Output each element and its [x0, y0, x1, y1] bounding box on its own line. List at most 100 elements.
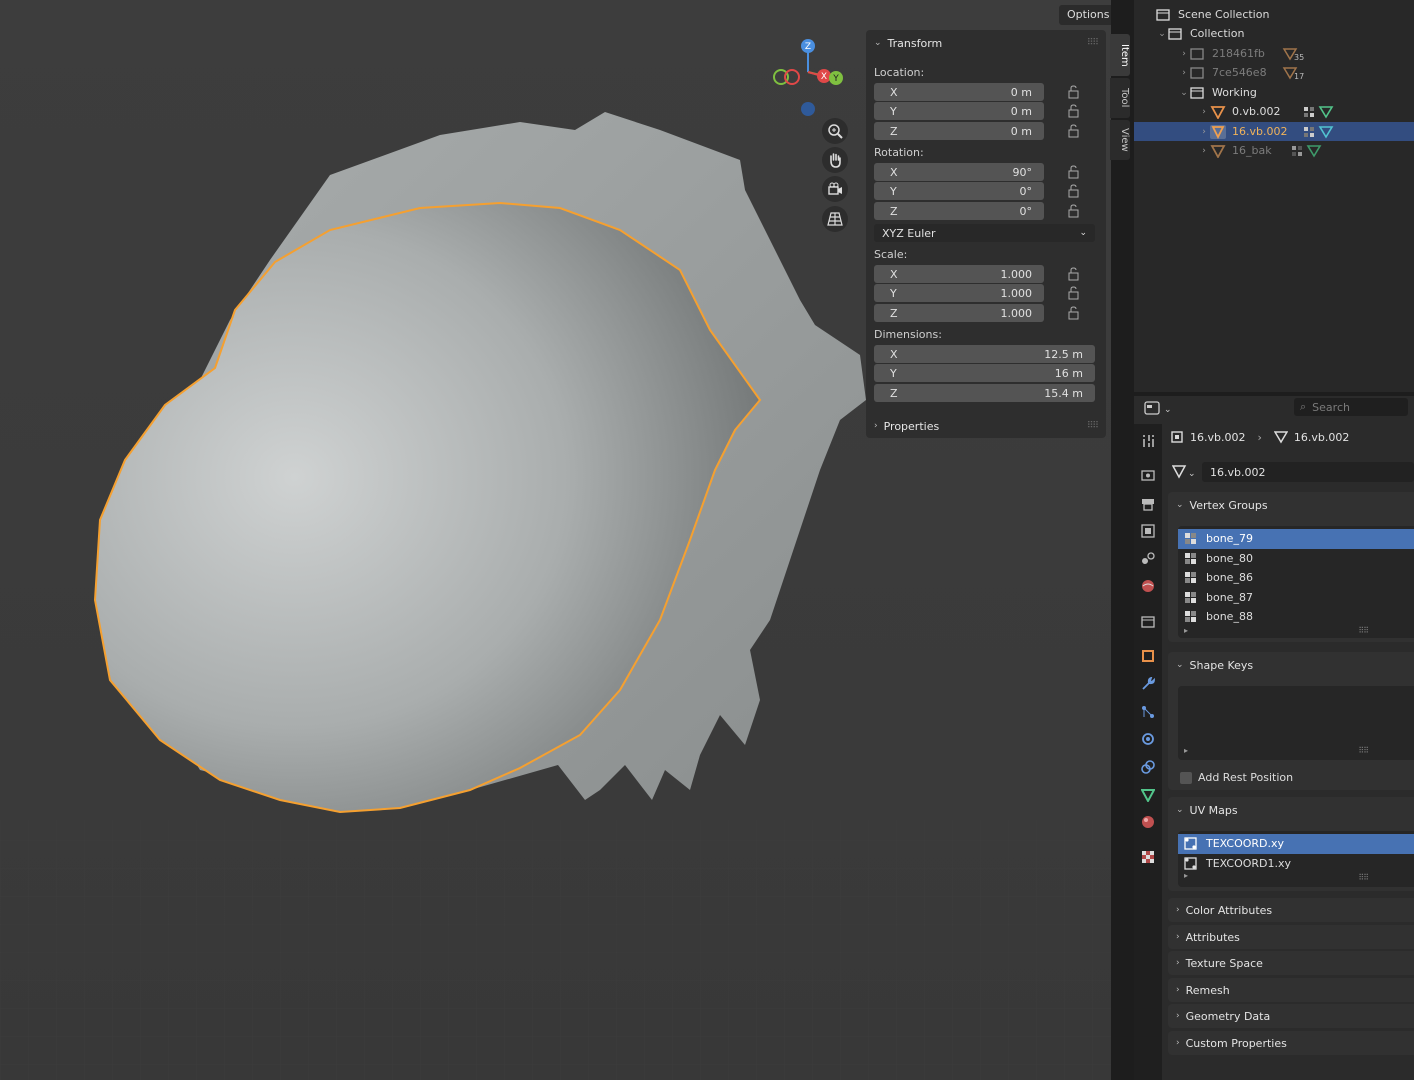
lock-icon[interactable]	[1066, 306, 1082, 320]
chevron-down-icon[interactable]: ⌄	[1178, 88, 1190, 98]
lock-icon[interactable]	[1066, 204, 1082, 218]
mesh-data-icon[interactable]	[1141, 788, 1155, 802]
scale-y-field[interactable]: Y 1.000	[874, 284, 1044, 302]
drag-grip-icon[interactable]: ⠿⠿	[1087, 38, 1099, 48]
checkbox[interactable]	[1180, 771, 1192, 784]
transform-header[interactable]: ⌄ Transform ⠿⠿	[866, 31, 1106, 55]
lock-icon[interactable]	[1066, 267, 1082, 281]
rotation-x-field[interactable]: X 90°	[874, 163, 1044, 181]
shape-keys-header[interactable]: ⌄ Shape Keys	[1168, 652, 1414, 678]
physics-icon[interactable]	[1141, 732, 1155, 746]
camera-icon[interactable]	[822, 176, 848, 202]
zoom-icon[interactable]	[822, 118, 848, 144]
chevron-right-icon[interactable]: ›	[1198, 107, 1210, 117]
chevron-right-icon[interactable]: ›	[1198, 127, 1210, 137]
resize-grip-icon[interactable]: ⠿⠿	[1358, 626, 1369, 635]
lock-icon[interactable]	[1066, 286, 1082, 300]
mesh-name-field[interactable]: 16.vb.002	[1202, 462, 1414, 482]
navigation-gizmo[interactable]: Z X Y	[768, 34, 852, 124]
tab-item[interactable]: Item	[1110, 34, 1130, 76]
world-icon[interactable]	[1141, 579, 1155, 593]
rotation-y-field[interactable]: Y 0°	[874, 182, 1044, 200]
remesh-panel[interactable]: › Remesh	[1168, 978, 1414, 1002]
material-icon[interactable]	[1141, 815, 1155, 829]
outliner-item[interactable]: › 218461fb 35	[1134, 44, 1414, 63]
3d-viewport[interactable]: Options⌄ Z X Y ⌄ Transform ⠿⠿ Location: …	[0, 0, 1111, 1080]
list-item[interactable]: bone_88	[1178, 607, 1414, 627]
view-layer-icon[interactable]	[1141, 524, 1155, 538]
resize-grip-icon[interactable]: ⠿⠿	[1358, 873, 1369, 882]
chevron-right-icon[interactable]: ›	[1198, 146, 1210, 156]
lock-icon[interactable]	[1066, 85, 1082, 99]
color-attributes-panel[interactable]: › Color Attributes	[1168, 898, 1414, 922]
location-x-field[interactable]: X 0 m	[874, 83, 1044, 101]
rotation-z-field[interactable]: Z 0°	[874, 202, 1044, 220]
uv-maps-header[interactable]: ⌄ UV Maps	[1168, 797, 1414, 823]
tab-tool[interactable]: Tool	[1110, 78, 1130, 118]
expand-list-icon[interactable]: ▸	[1184, 871, 1188, 880]
object-icon[interactable]	[1141, 649, 1155, 663]
outliner-object[interactable]: › 16_bak	[1134, 141, 1414, 160]
drag-grip-icon[interactable]: ⠿⠿	[1087, 421, 1099, 431]
render-icon[interactable]	[1141, 468, 1155, 482]
location-y-field[interactable]: Y 0 m	[874, 102, 1044, 120]
lock-icon[interactable]	[1066, 184, 1082, 198]
breadcrumb-object[interactable]: 16.vb.002	[1190, 431, 1245, 444]
uv-maps-list[interactable]: TEXCOORD.xy TEXCOORD1.xy ▸ ⠿⠿	[1178, 831, 1414, 887]
chevron-right-icon[interactable]: ›	[1178, 68, 1190, 78]
perspective-grid-icon[interactable]	[822, 206, 848, 232]
outliner-working-collection[interactable]: ⌄ Working	[1134, 83, 1414, 102]
outliner-item[interactable]: › 7ce546e8 17	[1134, 63, 1414, 82]
options-dropdown[interactable]: Options⌄	[1059, 5, 1111, 25]
list-item[interactable]: bone_79	[1178, 529, 1414, 549]
outliner-collection[interactable]: ⌄ Collection	[1134, 24, 1414, 43]
gizmo-z-label: Z	[805, 42, 811, 52]
list-item[interactable]: bone_87	[1178, 588, 1414, 608]
texture-checker-icon[interactable]	[1141, 850, 1155, 864]
expand-list-icon[interactable]: ▸	[1184, 746, 1188, 755]
dimensions-z-field[interactable]: Z 15.4 m	[874, 384, 1095, 402]
shape-keys-list[interactable]: ▸ ⠿⠿	[1178, 686, 1414, 760]
resize-grip-icon[interactable]: ⠿⠿	[1358, 746, 1369, 755]
scene-icon[interactable]	[1141, 551, 1155, 565]
custom-properties-panel[interactable]: › Custom Properties	[1168, 1031, 1414, 1055]
expand-list-icon[interactable]: ▸	[1184, 626, 1188, 635]
rotation-mode-select[interactable]: XYZ Euler ⌄	[874, 224, 1095, 242]
lock-icon[interactable]	[1066, 104, 1082, 118]
particles-icon[interactable]	[1141, 705, 1155, 719]
list-item[interactable]: bone_86	[1178, 568, 1414, 588]
collection-properties-icon[interactable]	[1141, 615, 1155, 629]
chevron-down-icon[interactable]: ⌄	[1156, 29, 1168, 39]
outliner-object-selected[interactable]: › 16.vb.002	[1134, 122, 1414, 141]
output-icon[interactable]	[1141, 497, 1155, 511]
location-z-field[interactable]: Z 0 m	[874, 122, 1044, 140]
list-item[interactable]: TEXCOORD1.xy	[1178, 854, 1414, 874]
vertex-groups-list[interactable]: bone_79 bone_80 bone_86 bone_87 bone_88 …	[1178, 526, 1414, 638]
scale-x-field[interactable]: X 1.000	[874, 265, 1044, 283]
mesh-browse-icon[interactable]: ⌄	[1172, 465, 1198, 479]
outliner-scene-collection[interactable]: Scene Collection	[1134, 5, 1414, 24]
tool-settings-icon[interactable]	[1141, 434, 1155, 448]
scale-z-field[interactable]: Z 1.000	[874, 304, 1044, 322]
dimensions-x-field[interactable]: X 12.5 m	[874, 345, 1095, 363]
lock-icon[interactable]	[1066, 165, 1082, 179]
texture-space-panel[interactable]: › Texture Space	[1168, 951, 1414, 975]
pan-hand-icon[interactable]	[822, 147, 848, 173]
constraints-icon[interactable]	[1141, 760, 1155, 774]
vertex-groups-header[interactable]: ⌄ Vertex Groups	[1168, 492, 1414, 518]
search-input[interactable]: ⌕ Search	[1294, 398, 1408, 416]
outliner-object[interactable]: › 0.vb.002	[1134, 102, 1414, 121]
modifier-wrench-icon[interactable]	[1141, 677, 1155, 691]
dimensions-y-field[interactable]: Y 16 m	[874, 364, 1095, 382]
lock-icon[interactable]	[1066, 124, 1082, 138]
tab-view[interactable]: View	[1110, 120, 1130, 160]
breadcrumb-mesh[interactable]: 16.vb.002	[1294, 431, 1349, 444]
chevron-right-icon[interactable]: ›	[1178, 49, 1190, 59]
attributes-panel[interactable]: › Attributes	[1168, 925, 1414, 949]
editor-type-icon[interactable]: ⌄	[1144, 400, 1172, 416]
list-item[interactable]: bone_80	[1178, 549, 1414, 569]
list-item[interactable]: TEXCOORD.xy	[1178, 834, 1414, 854]
add-rest-position-checkbox[interactable]: Add Rest Position	[1180, 771, 1293, 784]
geometry-data-panel[interactable]: › Geometry Data	[1168, 1004, 1414, 1028]
properties-subpanel-header[interactable]: › Properties ⠿⠿	[866, 414, 1106, 438]
